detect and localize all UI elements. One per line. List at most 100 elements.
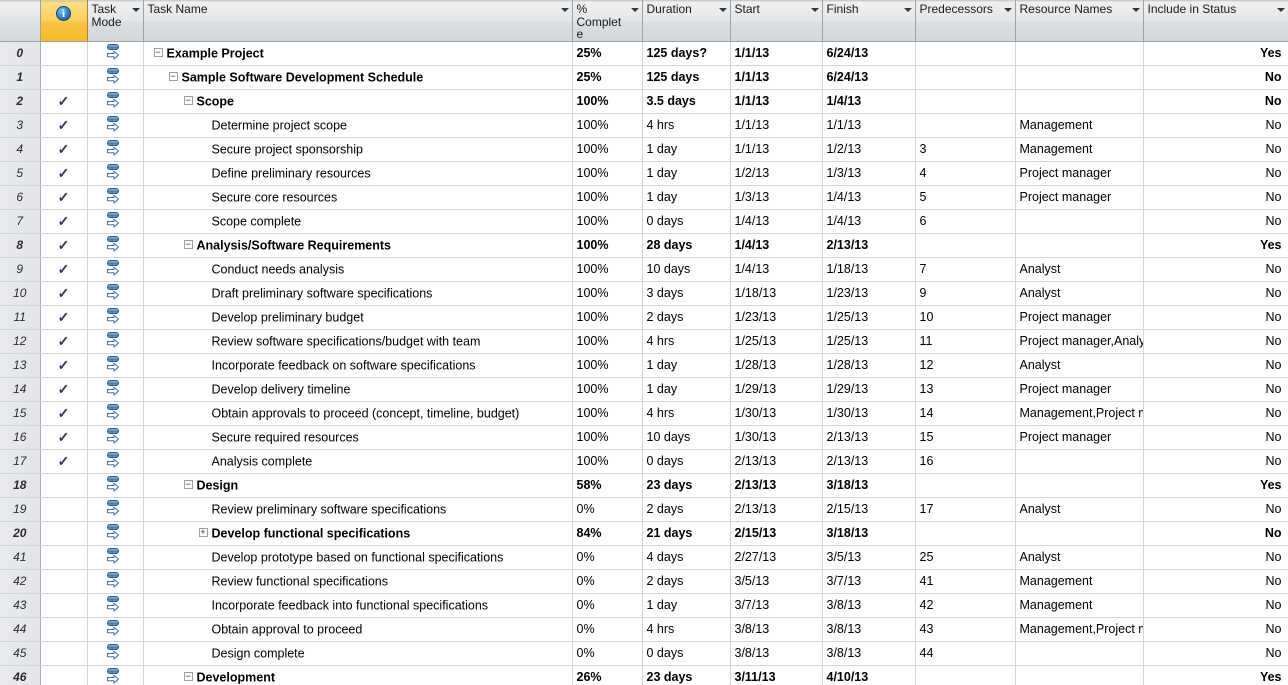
task-name-cell[interactable]: Obtain approvals to proceed (concept, ti… <box>143 401 573 426</box>
table-row[interactable]: 1− Sample Software Development Schedule 25… <box>0 65 1288 90</box>
start-date-cell[interactable]: 3/8/13 <box>730 641 823 666</box>
task-name-cell[interactable]: Develop prototype based on functional sp… <box>143 545 573 570</box>
resource-names-cell[interactable] <box>1015 89 1144 114</box>
table-row[interactable]: 0− Example Project 25% 125 days? 1/1/13 6/24/… <box>0 41 1288 66</box>
indicator-cell[interactable] <box>40 521 88 546</box>
finish-date-cell[interactable]: 2/13/13 <box>822 449 916 474</box>
table-row[interactable]: 13 ✓ Incorporate feedback on software spec… <box>0 353 1288 378</box>
duration-cell[interactable]: 4 hrs <box>642 113 731 138</box>
indicator-cell[interactable]: ✓ <box>40 257 88 282</box>
task-name-cell[interactable]: Draft preliminary software specification… <box>143 281 573 306</box>
task-mode-cell[interactable] <box>87 665 144 685</box>
predecessors-cell[interactable]: 44 <box>915 641 1016 666</box>
finish-date-cell[interactable]: 1/25/13 <box>822 305 916 330</box>
table-row[interactable]: 42 Review functional specifications 0% 2 da… <box>0 569 1288 594</box>
predecessors-cell[interactable]: 6 <box>915 209 1016 234</box>
collapse-expander-icon[interactable]: − <box>183 671 193 681</box>
resource-names-cell[interactable]: Analyst <box>1015 353 1144 378</box>
row-id-cell[interactable]: 11 <box>0 305 41 330</box>
duration-cell[interactable]: 1 day <box>642 377 731 402</box>
task-mode-cell[interactable] <box>87 617 144 642</box>
resource-names-cell[interactable]: Management <box>1015 593 1144 618</box>
task-mode-cell[interactable] <box>87 521 144 546</box>
duration-cell[interactable]: 1 day <box>642 593 731 618</box>
duration-cell[interactable]: 1 day <box>642 137 731 162</box>
finish-date-cell[interactable]: 2/13/13 <box>822 425 916 450</box>
duration-cell[interactable]: 4 hrs <box>642 329 731 354</box>
duration-cell[interactable]: 28 days <box>642 233 731 258</box>
percent-complete-cell[interactable]: 0% <box>572 569 643 594</box>
finish-date-cell[interactable]: 3/8/13 <box>822 641 916 666</box>
task-mode-cell[interactable] <box>87 497 144 522</box>
predecessors-cell[interactable] <box>915 521 1016 546</box>
task-mode-cell[interactable] <box>87 233 144 258</box>
percent-complete-cell[interactable]: 100% <box>572 281 643 306</box>
percent-complete-cell[interactable]: 100% <box>572 329 643 354</box>
resource-names-cell[interactable] <box>1015 233 1144 258</box>
include-in-status-cell[interactable]: No <box>1143 593 1288 618</box>
indicator-cell[interactable]: ✓ <box>40 89 88 114</box>
collapse-expander-icon[interactable]: − <box>183 95 193 105</box>
task-name-cell[interactable]: Conduct needs analysis <box>143 257 573 282</box>
percent-complete-cell[interactable]: 26% <box>572 665 643 685</box>
percent-complete-cell[interactable]: 100% <box>572 257 643 282</box>
chevron-down-icon[interactable] <box>718 8 727 12</box>
row-id-cell[interactable]: 20 <box>0 521 41 546</box>
task-name-cell[interactable]: Obtain approval to proceed <box>143 617 573 642</box>
task-mode-cell[interactable] <box>87 329 144 354</box>
include-in-status-cell[interactable]: No <box>1143 257 1288 282</box>
task-mode-cell[interactable] <box>87 113 144 138</box>
start-date-cell[interactable]: 1/18/13 <box>730 281 823 306</box>
chevron-down-icon[interactable] <box>560 8 569 12</box>
predecessors-cell[interactable]: 12 <box>915 353 1016 378</box>
percent-complete-cell[interactable]: 0% <box>572 641 643 666</box>
indicator-cell[interactable] <box>40 593 88 618</box>
finish-date-cell[interactable]: 3/5/13 <box>822 545 916 570</box>
include-in-status-cell[interactable]: Yes <box>1143 473 1288 498</box>
predecessors-cell[interactable] <box>915 113 1016 138</box>
predecessors-cell[interactable]: 41 <box>915 569 1016 594</box>
table-row[interactable]: 43 Incorporate feedback into functional s… <box>0 593 1288 618</box>
start-date-cell[interactable]: 1/1/13 <box>730 41 823 66</box>
include-in-status-cell[interactable]: No <box>1143 113 1288 138</box>
predecessors-cell[interactable]: 15 <box>915 425 1016 450</box>
duration-cell[interactable]: 2 days <box>642 305 731 330</box>
resource-names-cell[interactable]: Management <box>1015 137 1144 162</box>
duration-cell[interactable]: 23 days <box>642 665 731 685</box>
task-mode-cell[interactable] <box>87 377 144 402</box>
include-in-status-cell[interactable]: No <box>1143 545 1288 570</box>
resource-names-cell[interactable]: Management <box>1015 113 1144 138</box>
predecessors-cell[interactable]: 11 <box>915 329 1016 354</box>
indicator-cell[interactable]: ✓ <box>40 425 88 450</box>
duration-cell[interactable]: 1 day <box>642 161 731 186</box>
task-name-cell[interactable]: + Develop functional specifications <box>143 521 573 546</box>
predecessors-cell[interactable]: 16 <box>915 449 1016 474</box>
table-row[interactable]: 17 ✓ Analysis complete 100% 0 days 2/13/13 2/1… <box>0 449 1288 474</box>
finish-date-cell[interactable]: 6/24/13 <box>822 65 916 90</box>
start-date-cell[interactable]: 1/4/13 <box>730 257 823 282</box>
percent-complete-cell[interactable]: 100% <box>572 401 643 426</box>
indicator-cell[interactable]: ✓ <box>40 401 88 426</box>
task-name-cell[interactable]: Review functional specifications <box>143 569 573 594</box>
predecessors-cell[interactable] <box>915 89 1016 114</box>
percent-complete-cell[interactable]: 84% <box>572 521 643 546</box>
predecessors-cell[interactable] <box>915 41 1016 66</box>
task-mode-cell[interactable] <box>87 401 144 426</box>
duration-cell[interactable]: 23 days <box>642 473 731 498</box>
include-in-status-cell[interactable]: No <box>1143 353 1288 378</box>
indicator-cell[interactable] <box>40 665 88 685</box>
indicator-cell[interactable]: ✓ <box>40 233 88 258</box>
predecessors-cell[interactable]: 13 <box>915 377 1016 402</box>
indicator-cell[interactable] <box>40 569 88 594</box>
row-id-cell[interactable]: 15 <box>0 401 41 426</box>
predecessors-cell[interactable]: 4 <box>915 161 1016 186</box>
start-date-cell[interactable]: 3/11/13 <box>730 665 823 685</box>
finish-date-cell[interactable]: 1/28/13 <box>822 353 916 378</box>
row-id-cell[interactable]: 6 <box>0 185 41 210</box>
start-date-cell[interactable]: 1/4/13 <box>730 209 823 234</box>
percent-complete-cell[interactable]: 0% <box>572 545 643 570</box>
duration-cell[interactable]: 4 hrs <box>642 401 731 426</box>
task-name-cell[interactable]: Analysis complete <box>143 449 573 474</box>
expand-expander-icon[interactable]: + <box>198 527 208 537</box>
task-mode-cell[interactable] <box>87 305 144 330</box>
